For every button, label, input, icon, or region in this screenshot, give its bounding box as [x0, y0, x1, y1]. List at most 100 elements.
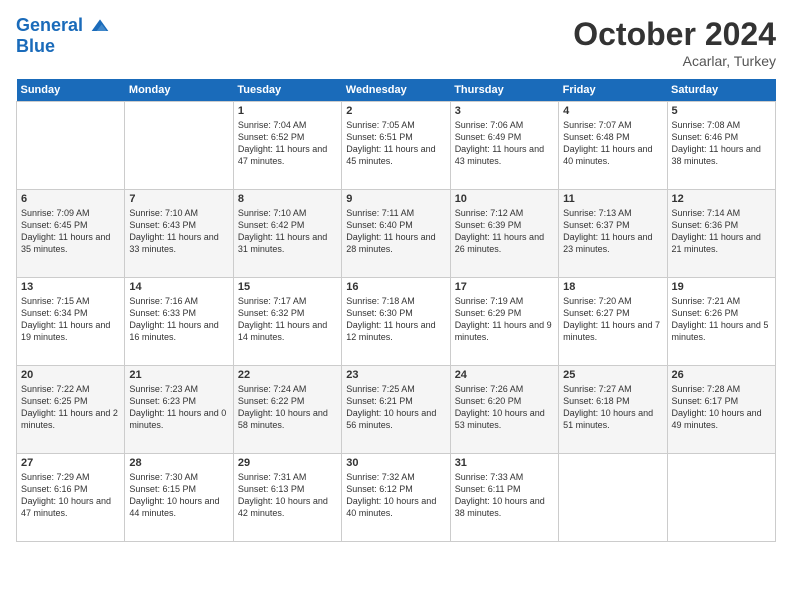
day-info: Sunrise: 7:08 AM Sunset: 6:46 PM Dayligh…: [672, 119, 771, 168]
location: Acarlar, Turkey: [573, 53, 776, 69]
day-number: 15: [238, 281, 337, 293]
day-info: Sunrise: 7:32 AM Sunset: 6:12 PM Dayligh…: [346, 471, 445, 520]
day-number: 18: [563, 281, 662, 293]
day-info: Sunrise: 7:31 AM Sunset: 6:13 PM Dayligh…: [238, 471, 337, 520]
logo: General Blue: [16, 16, 110, 57]
header-tuesday: Tuesday: [233, 79, 341, 102]
calendar-cell: 31 Sunrise: 7:33 AM Sunset: 6:11 PM Dayli…: [450, 454, 558, 542]
calendar-cell: 25 Sunrise: 7:27 AM Sunset: 6:18 PM Dayli…: [559, 366, 667, 454]
day-number: 25: [563, 369, 662, 381]
header: General Blue October 2024 Acarlar, Turke…: [16, 16, 776, 69]
day-number: 13: [21, 281, 120, 293]
day-number: 1: [238, 105, 337, 117]
day-info: Sunrise: 7:15 AM Sunset: 6:34 PM Dayligh…: [21, 295, 120, 344]
calendar-cell: 1 Sunrise: 7:04 AM Sunset: 6:52 PM Daylig…: [233, 102, 341, 190]
day-number: 30: [346, 457, 445, 469]
calendar-cell: 24 Sunrise: 7:26 AM Sunset: 6:20 PM Dayli…: [450, 366, 558, 454]
calendar-cell: 17 Sunrise: 7:19 AM Sunset: 6:29 PM Dayli…: [450, 278, 558, 366]
day-info: Sunrise: 7:29 AM Sunset: 6:16 PM Dayligh…: [21, 471, 120, 520]
calendar-cell: 11 Sunrise: 7:13 AM Sunset: 6:37 PM Dayli…: [559, 190, 667, 278]
calendar-cell: 10 Sunrise: 7:12 AM Sunset: 6:39 PM Dayli…: [450, 190, 558, 278]
calendar-cell: 12Sunrise: 7:14 AM Sunset: 6:36 PM Dayli…: [667, 190, 775, 278]
day-number: 4: [563, 105, 662, 117]
calendar-cell: 29 Sunrise: 7:31 AM Sunset: 6:13 PM Dayli…: [233, 454, 341, 542]
day-info: Sunrise: 7:04 AM Sunset: 6:52 PM Dayligh…: [238, 119, 337, 168]
calendar-cell: 4 Sunrise: 7:07 AM Sunset: 6:48 PM Daylig…: [559, 102, 667, 190]
calendar-cell: 5 Sunrise: 7:08 AM Sunset: 6:46 PM Daylig…: [667, 102, 775, 190]
day-number: 26: [672, 369, 771, 381]
calendar-cell: [125, 102, 233, 190]
day-number: 7: [129, 193, 228, 205]
logo-text: General: [16, 16, 110, 36]
calendar-cell: 16Sunrise: 7:18 AM Sunset: 6:30 PM Dayli…: [342, 278, 450, 366]
day-number: 5: [672, 105, 771, 117]
day-info: Sunrise: 7:13 AM Sunset: 6:37 PM Dayligh…: [563, 207, 662, 256]
calendar-week-row: 13 Sunrise: 7:15 AM Sunset: 6:34 PM Dayli…: [17, 278, 776, 366]
day-number: 6: [21, 193, 120, 205]
day-number: 27: [21, 457, 120, 469]
calendar-cell: 18Sunrise: 7:20 AM Sunset: 6:27 PM Dayli…: [559, 278, 667, 366]
header-monday: Monday: [125, 79, 233, 102]
day-info: Sunrise: 7:19 AM Sunset: 6:29 PM Dayligh…: [455, 295, 554, 344]
day-number: 10: [455, 193, 554, 205]
day-number: 24: [455, 369, 554, 381]
header-sunday: Sunday: [17, 79, 125, 102]
calendar-header-row: Sunday Monday Tuesday Wednesday Thursday…: [17, 79, 776, 102]
calendar-cell: [17, 102, 125, 190]
day-number: 29: [238, 457, 337, 469]
calendar-cell: 28 Sunrise: 7:30 AM Sunset: 6:15 PM Dayli…: [125, 454, 233, 542]
calendar-cell: 2Sunrise: 7:05 AM Sunset: 6:51 PM Daylig…: [342, 102, 450, 190]
day-info: Sunrise: 7:12 AM Sunset: 6:39 PM Dayligh…: [455, 207, 554, 256]
calendar-cell: 26Sunrise: 7:28 AM Sunset: 6:17 PM Dayli…: [667, 366, 775, 454]
day-info: Sunrise: 7:07 AM Sunset: 6:48 PM Dayligh…: [563, 119, 662, 168]
day-info: Sunrise: 7:10 AM Sunset: 6:42 PM Dayligh…: [238, 207, 337, 256]
day-number: 19: [672, 281, 771, 293]
calendar-cell: 6 Sunrise: 7:09 AM Sunset: 6:45 PM Daylig…: [17, 190, 125, 278]
calendar-cell: 15 Sunrise: 7:17 AM Sunset: 6:32 PM Dayli…: [233, 278, 341, 366]
calendar-cell: 14Sunrise: 7:16 AM Sunset: 6:33 PM Dayli…: [125, 278, 233, 366]
calendar-cell: 23Sunrise: 7:25 AM Sunset: 6:21 PM Dayli…: [342, 366, 450, 454]
day-number: 8: [238, 193, 337, 205]
header-friday: Friday: [559, 79, 667, 102]
day-info: Sunrise: 7:26 AM Sunset: 6:20 PM Dayligh…: [455, 383, 554, 432]
day-info: Sunrise: 7:27 AM Sunset: 6:18 PM Dayligh…: [563, 383, 662, 432]
header-thursday: Thursday: [450, 79, 558, 102]
calendar-cell: 9Sunrise: 7:11 AM Sunset: 6:40 PM Daylig…: [342, 190, 450, 278]
day-number: 21: [129, 369, 228, 381]
day-info: Sunrise: 7:21 AM Sunset: 6:26 PM Dayligh…: [672, 295, 771, 344]
calendar-cell: 8 Sunrise: 7:10 AM Sunset: 6:42 PM Daylig…: [233, 190, 341, 278]
calendar-week-row: 6 Sunrise: 7:09 AM Sunset: 6:45 PM Daylig…: [17, 190, 776, 278]
header-saturday: Saturday: [667, 79, 775, 102]
day-number: 22: [238, 369, 337, 381]
day-info: Sunrise: 7:05 AM Sunset: 6:51 PM Dayligh…: [346, 119, 445, 168]
day-number: 3: [455, 105, 554, 117]
day-number: 14: [129, 281, 228, 293]
day-number: 11: [563, 193, 662, 205]
calendar-table: Sunday Monday Tuesday Wednesday Thursday…: [16, 79, 776, 542]
day-number: 20: [21, 369, 120, 381]
calendar-cell: 22 Sunrise: 7:24 AM Sunset: 6:22 PM Dayli…: [233, 366, 341, 454]
day-number: 17: [455, 281, 554, 293]
calendar-week-row: 1 Sunrise: 7:04 AM Sunset: 6:52 PM Daylig…: [17, 102, 776, 190]
day-info: Sunrise: 7:09 AM Sunset: 6:45 PM Dayligh…: [21, 207, 120, 256]
day-info: Sunrise: 7:17 AM Sunset: 6:32 PM Dayligh…: [238, 295, 337, 344]
day-info: Sunrise: 7:23 AM Sunset: 6:23 PM Dayligh…: [129, 383, 228, 432]
calendar-cell: [667, 454, 775, 542]
calendar-cell: 20 Sunrise: 7:22 AM Sunset: 6:25 PM Dayli…: [17, 366, 125, 454]
day-info: Sunrise: 7:22 AM Sunset: 6:25 PM Dayligh…: [21, 383, 120, 432]
logo-blue: Blue: [16, 36, 110, 57]
day-info: Sunrise: 7:33 AM Sunset: 6:11 PM Dayligh…: [455, 471, 554, 520]
day-number: 23: [346, 369, 445, 381]
calendar-cell: 13 Sunrise: 7:15 AM Sunset: 6:34 PM Dayli…: [17, 278, 125, 366]
day-number: 28: [129, 457, 228, 469]
day-info: Sunrise: 7:06 AM Sunset: 6:49 PM Dayligh…: [455, 119, 554, 168]
calendar-cell: 27 Sunrise: 7:29 AM Sunset: 6:16 PM Dayli…: [17, 454, 125, 542]
day-info: Sunrise: 7:30 AM Sunset: 6:15 PM Dayligh…: [129, 471, 228, 520]
page-container: General Blue October 2024 Acarlar, Turke…: [0, 0, 792, 550]
day-info: Sunrise: 7:10 AM Sunset: 6:43 PM Dayligh…: [129, 207, 228, 256]
day-number: 12: [672, 193, 771, 205]
calendar-week-row: 20 Sunrise: 7:22 AM Sunset: 6:25 PM Dayli…: [17, 366, 776, 454]
day-info: Sunrise: 7:24 AM Sunset: 6:22 PM Dayligh…: [238, 383, 337, 432]
day-number: 31: [455, 457, 554, 469]
day-info: Sunrise: 7:11 AM Sunset: 6:40 PM Dayligh…: [346, 207, 445, 256]
